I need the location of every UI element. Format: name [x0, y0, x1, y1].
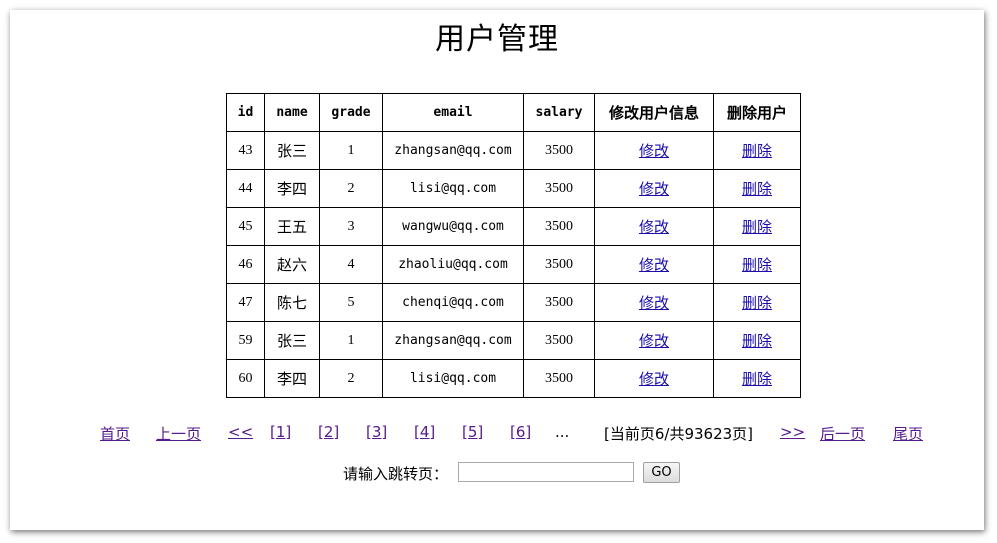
- cell-delete: 删除: [713, 283, 801, 322]
- cell-grade: 2: [319, 169, 383, 208]
- cell-email: wangwu@qq.com: [382, 207, 524, 246]
- delete-link[interactable]: 删除: [742, 142, 772, 160]
- table-row: 45 王五 3 wangwu@qq.com 3500 修改 删除: [226, 207, 801, 246]
- cell-id: 46: [226, 245, 265, 284]
- header-delete: 删除用户: [713, 93, 801, 132]
- last-page-link[interactable]: 尾页: [893, 423, 923, 444]
- cell-edit: 修改: [594, 321, 714, 360]
- cell-name: 王五: [264, 207, 320, 246]
- cell-id: 60: [226, 359, 265, 398]
- header-edit: 修改用户信息: [594, 93, 714, 132]
- cell-salary: 3500: [523, 245, 595, 284]
- page-link-3[interactable]: [3]: [366, 423, 387, 441]
- cell-salary: 3500: [523, 283, 595, 322]
- current-page-status: [当前页6/共93623页]: [604, 425, 754, 443]
- delete-link[interactable]: 删除: [742, 256, 772, 274]
- page-frame: 用户管理 id name grade email salary 修改用户信息 删…: [10, 10, 984, 530]
- cell-name: 张三: [264, 131, 320, 170]
- cell-name: 赵六: [264, 245, 320, 284]
- cell-delete: 删除: [713, 245, 801, 284]
- cell-email: chenqi@qq.com: [382, 283, 524, 322]
- cell-email: lisi@qq.com: [382, 169, 524, 208]
- edit-link[interactable]: 修改: [639, 180, 669, 198]
- cell-id: 47: [226, 283, 265, 322]
- table-row: 60 李四 2 lisi@qq.com 3500 修改 删除: [226, 359, 801, 398]
- edit-link[interactable]: 修改: [639, 256, 669, 274]
- cell-grade: 4: [319, 245, 383, 284]
- edit-link[interactable]: 修改: [639, 142, 669, 160]
- cell-email: zhangsan@qq.com: [382, 321, 524, 360]
- cell-name: 张三: [264, 321, 320, 360]
- cell-delete: 删除: [713, 207, 801, 246]
- edit-link[interactable]: 修改: [639, 332, 669, 350]
- edit-link[interactable]: 修改: [639, 294, 669, 312]
- delete-link[interactable]: 删除: [742, 370, 772, 388]
- table-row: 43 张三 1 zhangsan@qq.com 3500 修改 删除: [226, 131, 801, 170]
- table-row: 46 赵六 4 zhaoliu@qq.com 3500 修改 删除: [226, 245, 801, 284]
- prev-page-link[interactable]: 上一页: [156, 423, 201, 444]
- cell-id: 43: [226, 131, 265, 170]
- user-table: id name grade email salary 修改用户信息 删除用户 4…: [226, 93, 801, 398]
- cell-salary: 3500: [523, 321, 595, 360]
- pagination: 首页 上一页 << [1] [2] [3] [4] [5] [6] ... [当…: [10, 423, 984, 445]
- cell-edit: 修改: [594, 283, 714, 322]
- delete-link[interactable]: 删除: [742, 218, 772, 236]
- header-salary: salary: [523, 93, 595, 132]
- cell-salary: 3500: [523, 359, 595, 398]
- delete-link[interactable]: 删除: [742, 180, 772, 198]
- cell-salary: 3500: [523, 131, 595, 170]
- cell-name: 李四: [264, 169, 320, 208]
- cell-edit: 修改: [594, 245, 714, 284]
- header-id: id: [226, 93, 265, 132]
- delete-link[interactable]: 删除: [742, 332, 772, 350]
- page-link-1[interactable]: [1]: [270, 423, 291, 441]
- cell-edit: 修改: [594, 131, 714, 170]
- cell-id: 45: [226, 207, 265, 246]
- cell-delete: 删除: [713, 321, 801, 360]
- delete-link[interactable]: 删除: [742, 294, 772, 312]
- cell-grade: 2: [319, 359, 383, 398]
- header-grade: grade: [319, 93, 383, 132]
- cell-email: lisi@qq.com: [382, 359, 524, 398]
- header-name: name: [264, 93, 320, 132]
- cell-grade: 1: [319, 321, 383, 360]
- table-row: 59 张三 1 zhangsan@qq.com 3500 修改 删除: [226, 321, 801, 360]
- first-page-link[interactable]: 首页: [100, 423, 130, 444]
- page-link-6[interactable]: [6]: [510, 423, 531, 441]
- cell-salary: 3500: [523, 207, 595, 246]
- cell-name: 李四: [264, 359, 320, 398]
- pager-ellipsis: ...: [555, 423, 570, 441]
- go-button[interactable]: GO: [643, 462, 680, 483]
- edit-link[interactable]: 修改: [639, 370, 669, 388]
- next-group-link[interactable]: >>: [780, 423, 805, 441]
- cell-email: zhangsan@qq.com: [382, 131, 524, 170]
- jump-label: 请输入跳转页：: [343, 465, 449, 483]
- cell-edit: 修改: [594, 359, 714, 398]
- next-page-link[interactable]: 后一页: [820, 423, 865, 444]
- table-header-row: id name grade email salary 修改用户信息 删除用户: [226, 93, 801, 132]
- cell-grade: 1: [319, 131, 383, 170]
- cell-id: 44: [226, 169, 265, 208]
- cell-salary: 3500: [523, 169, 595, 208]
- page-link-4[interactable]: [4]: [414, 423, 435, 441]
- table-row: 44 李四 2 lisi@qq.com 3500 修改 删除: [226, 169, 801, 208]
- table-row: 47 陈七 5 chenqi@qq.com 3500 修改 删除: [226, 283, 801, 322]
- cell-edit: 修改: [594, 169, 714, 208]
- page-link-5[interactable]: [5]: [462, 423, 483, 441]
- cell-grade: 5: [319, 283, 383, 322]
- page-link-2[interactable]: [2]: [318, 423, 339, 441]
- cell-name: 陈七: [264, 283, 320, 322]
- cell-delete: 删除: [713, 169, 801, 208]
- edit-link[interactable]: 修改: [639, 218, 669, 236]
- cell-id: 59: [226, 321, 265, 360]
- cell-delete: 删除: [713, 131, 801, 170]
- cell-grade: 3: [319, 207, 383, 246]
- cell-email: zhaoliu@qq.com: [382, 245, 524, 284]
- header-email: email: [382, 93, 524, 132]
- prev-group-link[interactable]: <<: [228, 423, 253, 441]
- cell-edit: 修改: [594, 207, 714, 246]
- page-title: 用户管理: [435, 22, 559, 57]
- jump-page-input[interactable]: [458, 462, 634, 482]
- cell-delete: 删除: [713, 359, 801, 398]
